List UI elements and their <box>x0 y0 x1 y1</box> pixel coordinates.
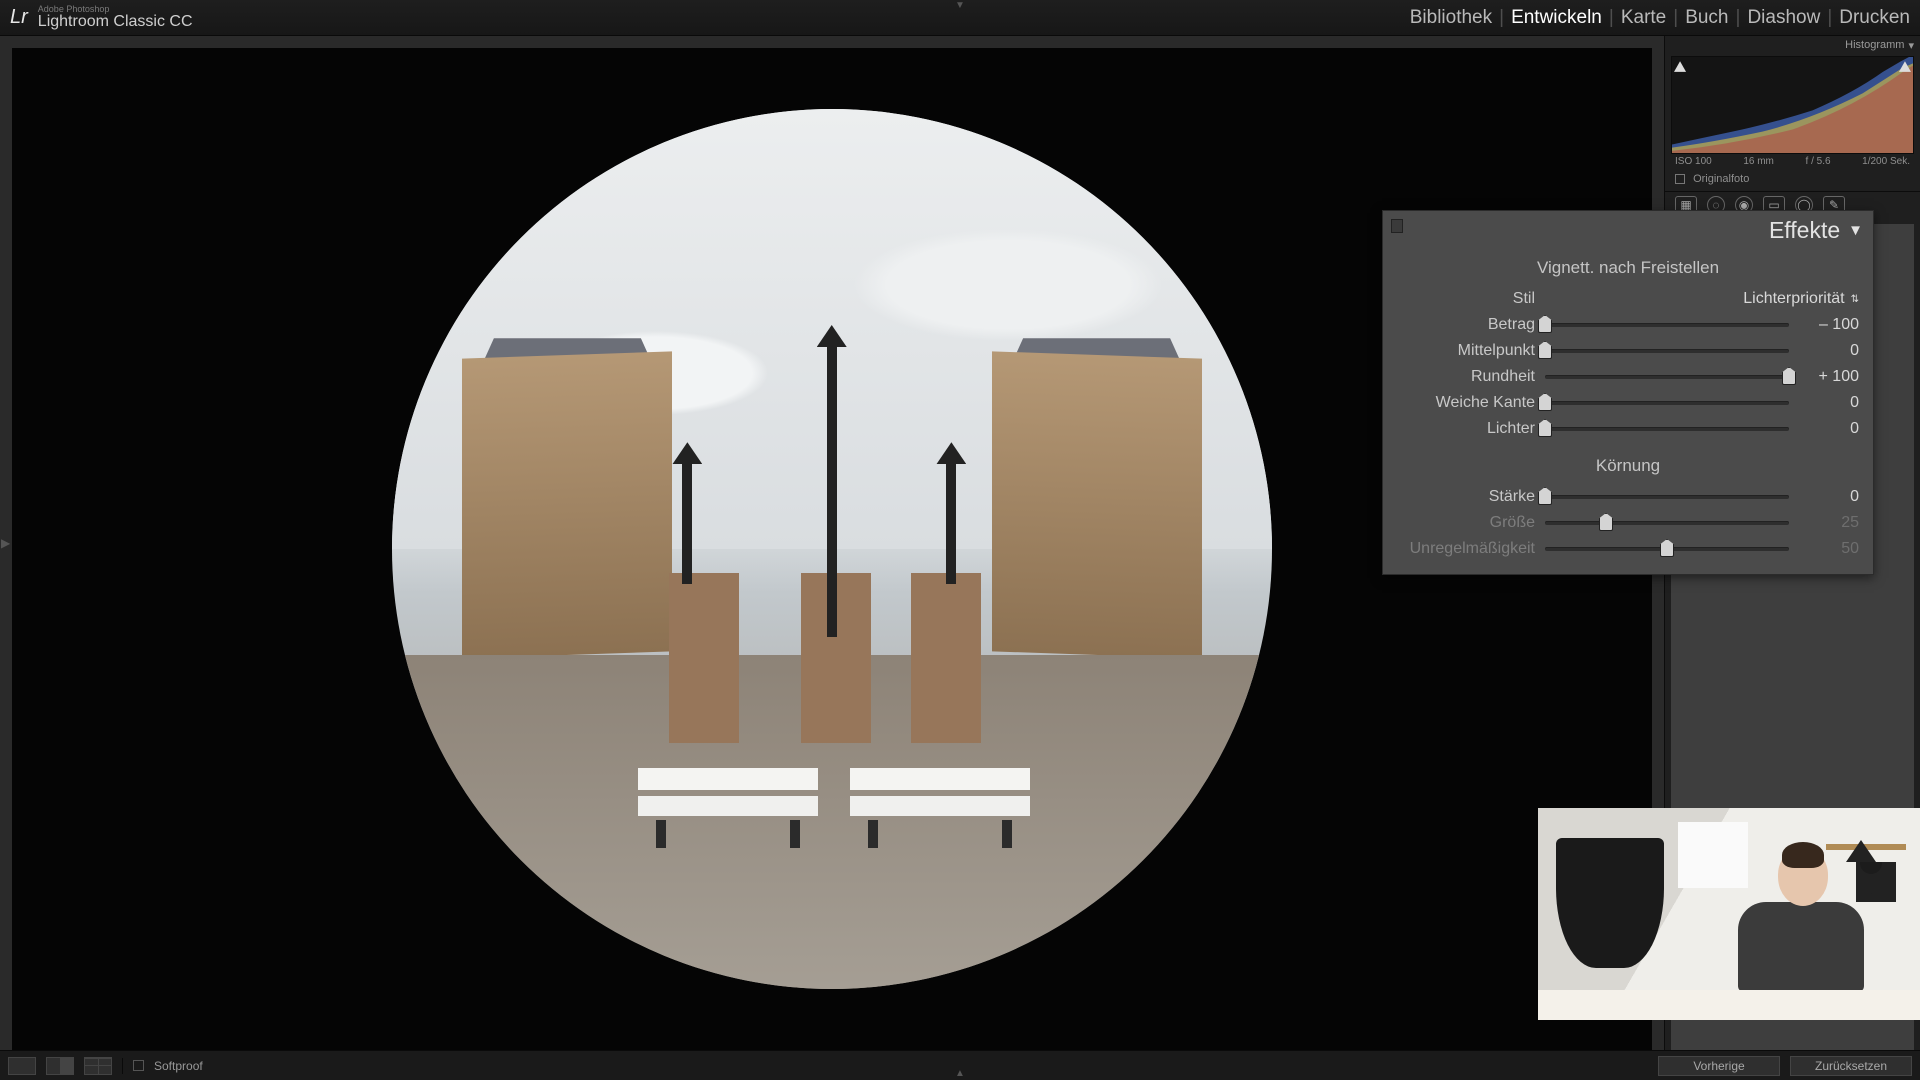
vignette-style-select[interactable]: Lichterpriorität ⇅ <box>1545 290 1859 308</box>
panel-expand-top-icon[interactable]: ▼ <box>955 0 965 11</box>
vignette-heading: Vignett. nach Freistellen <box>1397 254 1859 286</box>
meta-shutter: 1/200 Sek. <box>1862 156 1910 167</box>
histogram-title[interactable]: Histogramm <box>1845 39 1904 51</box>
meta-focal: 16 mm <box>1743 156 1774 167</box>
histogram[interactable] <box>1671 56 1914 154</box>
vignette-slider[interactable] <box>1545 422 1789 436</box>
module-print[interactable]: Drucken <box>1839 7 1910 29</box>
vignette-style-row: Stil Lichterpriorität ⇅ <box>1397 286 1859 312</box>
slider-label: Unregelmäßigkeit <box>1397 540 1535 558</box>
slider-value[interactable]: – 100 <box>1799 316 1859 334</box>
slider-label: Mittelpunkt <box>1397 342 1535 360</box>
vignette-slider[interactable] <box>1545 370 1789 384</box>
workarea: ▶ Histogramm ▾ <box>0 36 1920 1050</box>
panel-expand-left-icon[interactable]: ▶ <box>1 536 10 550</box>
slider-label: Weiche Kante <box>1397 394 1535 412</box>
vignette-slider-row: Mittelpunkt 0 <box>1397 338 1859 364</box>
slider-value[interactable]: 0 <box>1799 342 1859 360</box>
grain-heading: Körnung <box>1397 452 1859 484</box>
survey-view-icon[interactable] <box>84 1057 112 1075</box>
effects-panel-title[interactable]: Effekte <box>1769 217 1840 244</box>
titlebar: ▼ Lr Adobe Photoshop Lightroom Classic C… <box>0 0 1920 36</box>
module-book[interactable]: Buch <box>1685 7 1728 29</box>
brand-title: Lightroom Classic CC <box>38 14 193 30</box>
slider-value[interactable]: + 100 <box>1799 368 1859 386</box>
webcam-overlay <box>1538 808 1920 1020</box>
style-label: Stil <box>1397 290 1535 308</box>
meta-iso: ISO 100 <box>1675 156 1712 167</box>
previous-button[interactable]: Vorherige <box>1658 1056 1780 1076</box>
effects-panel: Effekte ▼ Vignett. nach Freistellen Stil… <box>1382 210 1874 575</box>
module-switcher: Bibliothek| Entwickeln| Karte| Buch| Dia… <box>1410 7 1910 29</box>
vignette-slider[interactable] <box>1545 396 1789 410</box>
bottombar: Softproof ▲ Vorherige Zurücksetzen <box>0 1050 1920 1080</box>
softproof-checkbox[interactable] <box>133 1060 144 1071</box>
reset-button[interactable]: Zurücksetzen <box>1790 1056 1912 1076</box>
slider-value[interactable]: 25 <box>1799 514 1859 532</box>
original-label[interactable]: Originalfoto <box>1693 173 1749 185</box>
preview-image <box>392 109 1272 989</box>
original-checkbox[interactable] <box>1675 174 1685 184</box>
updown-icon: ⇅ <box>1851 294 1859 305</box>
slider-value[interactable]: 0 <box>1799 488 1859 506</box>
compare-view-icon[interactable] <box>46 1057 74 1075</box>
vignette-slider-row: Betrag – 100 <box>1397 312 1859 338</box>
slider-value[interactable]: 0 <box>1799 420 1859 438</box>
vignette-slider-row: Weiche Kante 0 <box>1397 390 1859 416</box>
grain-slider <box>1545 516 1789 530</box>
slider-label: Lichter <box>1397 420 1535 438</box>
app-logo-icon: Lr <box>10 6 28 29</box>
grain-slider[interactable] <box>1545 490 1789 504</box>
meta-aperture: f / 5.6 <box>1806 156 1831 167</box>
module-library[interactable]: Bibliothek <box>1410 7 1492 29</box>
slider-label: Stärke <box>1397 488 1535 506</box>
grain-slider-row: Unregelmäßigkeit 50 <box>1397 536 1859 562</box>
vignette-slider-row: Lichter 0 <box>1397 416 1859 442</box>
grain-slider-row: Stärke 0 <box>1397 484 1859 510</box>
vignette-slider[interactable] <box>1545 344 1789 358</box>
vignette-slider[interactable] <box>1545 318 1789 332</box>
panel-toggle-switch[interactable] <box>1391 219 1403 233</box>
histogram-meta: ISO 100 16 mm f / 5.6 1/200 Sek. <box>1665 154 1920 169</box>
module-map[interactable]: Karte <box>1621 7 1666 29</box>
grain-slider-row: Größe 25 <box>1397 510 1859 536</box>
chevron-down-icon[interactable]: ▼ <box>1848 222 1863 239</box>
slider-label: Rundheit <box>1397 368 1535 386</box>
module-develop[interactable]: Entwickeln <box>1511 7 1602 29</box>
grain-slider <box>1545 542 1789 556</box>
slider-label: Größe <box>1397 514 1535 532</box>
module-slideshow[interactable]: Diashow <box>1747 7 1820 29</box>
loupe-view-icon[interactable] <box>8 1057 36 1075</box>
slider-value[interactable]: 50 <box>1799 540 1859 558</box>
panel-expand-bottom-icon[interactable]: ▲ <box>955 1068 965 1079</box>
vignette-slider-row: Rundheit + 100 <box>1397 364 1859 390</box>
slider-label: Betrag <box>1397 316 1535 334</box>
chevron-down-icon[interactable]: ▾ <box>1908 39 1914 52</box>
slider-value[interactable]: 0 <box>1799 394 1859 412</box>
separator <box>122 1058 123 1074</box>
softproof-label[interactable]: Softproof <box>154 1059 203 1073</box>
